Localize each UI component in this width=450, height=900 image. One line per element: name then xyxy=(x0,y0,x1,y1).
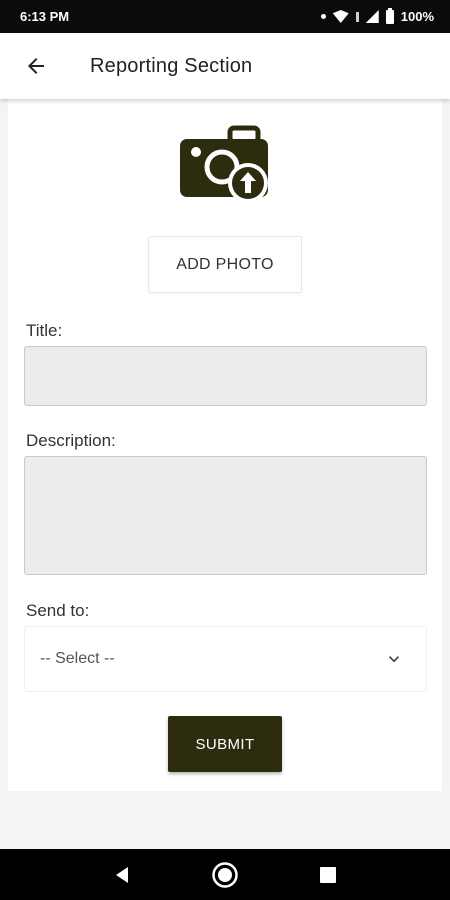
wifi-icon xyxy=(332,10,349,23)
send-to-selected-value: -- Select -- xyxy=(40,650,115,667)
add-photo-button[interactable]: ADD PHOTO xyxy=(148,236,302,293)
description-label: Description: xyxy=(26,431,116,450)
notification-dot-icon xyxy=(320,14,326,19)
status-icons: 100% xyxy=(320,7,434,24)
battery-icon xyxy=(385,7,394,24)
circle-home-icon xyxy=(212,861,238,888)
description-input[interactable] xyxy=(24,456,427,575)
system-nav-bar xyxy=(0,849,450,900)
app-bar: Reporting Section xyxy=(0,33,450,99)
battery-level: 100% xyxy=(400,9,434,24)
page-title: Reporting Section xyxy=(90,54,253,77)
triangle-back-icon xyxy=(115,866,128,883)
title-label: Title: xyxy=(26,321,63,340)
send-to-select[interactable]: -- Select -- xyxy=(24,626,427,692)
report-form: ADD PHOTO Title: Description: Send to: -… xyxy=(8,99,442,791)
title-input[interactable] xyxy=(24,346,427,406)
nav-recents-button[interactable] xyxy=(308,855,348,895)
camera-upload-icon[interactable] xyxy=(180,125,272,207)
status-bar: 6:13 PM 100% xyxy=(0,0,450,33)
nav-back-button[interactable] xyxy=(102,855,142,895)
status-time: 6:13 PM xyxy=(20,9,70,24)
nav-home-button[interactable] xyxy=(205,855,245,895)
back-button[interactable] xyxy=(18,48,54,84)
submit-button[interactable]: SUBMIT xyxy=(168,716,282,772)
square-recents-icon xyxy=(320,866,337,883)
vibrate-icon xyxy=(355,11,359,22)
chevron-down-icon xyxy=(389,656,399,663)
send-to-label: Send to: xyxy=(26,601,90,620)
arrow-left-icon xyxy=(28,58,44,74)
signal-icon xyxy=(365,10,379,23)
